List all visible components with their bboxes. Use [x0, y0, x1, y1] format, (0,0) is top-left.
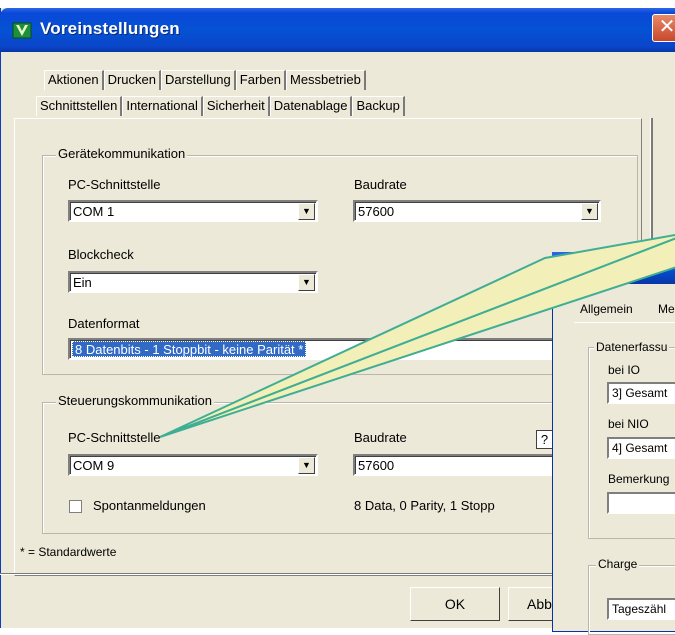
help-button[interactable]: ? [536, 430, 553, 449]
device-group-legend: Gerätekommunikation [56, 146, 188, 161]
control-format-text: 8 Data, 0 Parity, 1 Stopp [354, 498, 495, 513]
chevron-down-icon[interactable]: ▼ [298, 274, 315, 291]
tab-datenablage[interactable]: Datenablage [269, 96, 353, 116]
properties-title: Eig [584, 257, 608, 274]
ok-button[interactable]: OK [410, 587, 500, 621]
control-pc-port-value: COM 9 [73, 458, 115, 473]
chevron-down-icon[interactable]: ▼ [581, 203, 598, 220]
tab-row-2: Schnittstellen International Sicherheit … [36, 96, 405, 116]
device-baud-select[interactable]: 57600 ▼ [353, 200, 601, 222]
properties-tab-allgemein[interactable]: Allgemein [580, 302, 633, 316]
tab-farben[interactable]: Farben [235, 70, 286, 90]
tab-sicherheit[interactable]: Sicherheit [202, 96, 270, 116]
device-pc-port-select[interactable]: COM 1 ▼ [68, 200, 318, 222]
tab-darstellung[interactable]: Darstellung [161, 70, 236, 90]
blockcheck-value: Ein [73, 275, 92, 290]
app-icon [560, 260, 578, 275]
dataformat-value: 8 Datenbits - 1 Stoppbit - keine Parität… [72, 341, 307, 357]
bei-nio-label: bei NIO [608, 417, 649, 431]
bemerkung-label: Bemerkung [608, 472, 670, 486]
control-pc-port-label: PC-Schnittstelle [68, 430, 161, 445]
tab-messbetrieb[interactable]: Messbetrieb [285, 70, 366, 90]
tab-aktionen[interactable]: Aktionen [44, 70, 104, 90]
chevron-down-icon[interactable]: ▼ [298, 203, 315, 220]
close-button[interactable]: ✕ [652, 14, 675, 42]
device-pc-port-value: COM 1 [73, 204, 115, 219]
bei-io-field[interactable]: 3] Gesamt [607, 382, 675, 404]
blockcheck-label: Blockcheck [68, 247, 134, 262]
properties-tab-me[interactable]: Me [658, 302, 675, 316]
charge-field[interactable]: Tageszähl [607, 598, 675, 620]
chevron-down-icon[interactable]: ▼ [298, 457, 315, 474]
bei-nio-field[interactable]: 4] Gesamt [607, 437, 675, 459]
spontan-checkbox[interactable] [69, 500, 82, 513]
tab-drucken[interactable]: Drucken [103, 70, 162, 90]
separator [0, 573, 560, 575]
tab-backup[interactable]: Backup [352, 96, 405, 116]
dataformat-label: Datenformat [68, 316, 140, 331]
dataformat-select[interactable]: 8 Datenbits - 1 Stoppbit - keine Parität… [68, 338, 568, 360]
control-baud-value: 57600 [358, 458, 395, 473]
bei-io-label: bei IO [608, 363, 641, 377]
blockcheck-select[interactable]: Ein ▼ [68, 271, 318, 293]
footnote: * = Standardwerte [20, 545, 117, 559]
spontan-label: Spontanmeldungen [93, 498, 206, 513]
device-baud-label: Baudrate [354, 177, 407, 192]
window-title: Voreinstellungen [40, 19, 180, 38]
properties-group-charge-legend: Charge [596, 557, 640, 571]
device-baud-value: 57600 [358, 204, 395, 219]
app-icon [12, 22, 32, 39]
tab-international[interactable]: International [122, 96, 203, 116]
control-baud-label: Baudrate [354, 430, 407, 445]
tab-schnittstellen[interactable]: Schnittstellen [36, 96, 123, 116]
control-baud-select[interactable]: 57600 [353, 454, 563, 476]
control-pc-port-select[interactable]: COM 9 ▼ [68, 454, 318, 476]
control-group-legend: Steuerungskommunikation [56, 393, 214, 408]
device-pc-port-label: PC-Schnittstelle [68, 177, 161, 192]
properties-group-capture-legend: Datenerfassu [594, 340, 670, 354]
properties-title-bar[interactable]: Eig [552, 252, 675, 284]
bemerkung-field[interactable] [607, 492, 675, 514]
tab-row-1: Aktionen Drucken Darstellung Farben Mess… [44, 70, 366, 90]
properties-tab-line [574, 322, 675, 323]
